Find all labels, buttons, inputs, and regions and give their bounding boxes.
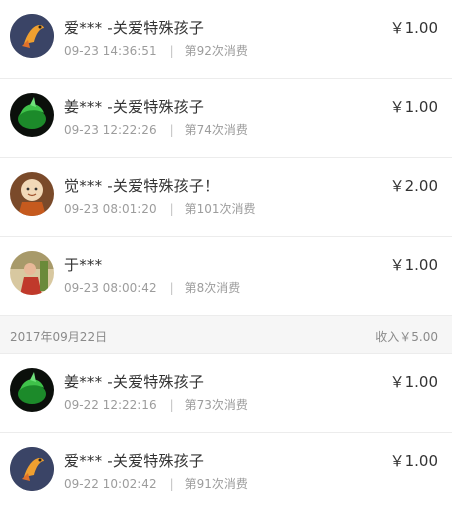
monk-doll-avatar-icon (10, 172, 54, 216)
record-time: 09-22 10:02:42 (64, 477, 157, 491)
record-meta: 09-22 12:22:16 | 第73次消费 (64, 396, 248, 413)
green-plant-avatar-icon (10, 368, 54, 412)
record-time: 09-22 12:22:16 (64, 398, 157, 412)
meta-separator: | (169, 281, 174, 295)
record-amount: ￥1.00 (389, 373, 438, 391)
donor-name: 觉*** -关爱特殊孩子！ (64, 177, 220, 195)
day-date: 2017年09月22日 (10, 330, 108, 344)
record-time: 09-23 14:36:51 (64, 44, 157, 58)
person-photo-avatar-icon (10, 251, 54, 295)
record-amount: ￥1.00 (389, 19, 438, 37)
donor-name: 爱*** -关爱特殊孩子 (64, 452, 205, 470)
record-amount: ￥2.00 (389, 177, 438, 195)
record-meta: 09-23 08:00:42 | 第8次消费 (64, 279, 240, 296)
donor-name: 姜*** -关爱特殊孩子 (64, 373, 205, 391)
record-count: 第74次消费 (184, 123, 248, 137)
record-count: 第8次消费 (184, 281, 241, 295)
day-header: 2017年09月22日 收入￥5.00 (0, 316, 452, 354)
koi-fish-avatar-icon (10, 14, 54, 58)
record-meta: 09-23 14:36:51 | 第92次消费 (64, 42, 248, 59)
record-row[interactable]: 姜*** -关爱特殊孩子 09-22 12:22:16 | 第73次消费 ￥1.00 (0, 354, 452, 433)
donor-name: 姜*** -关爱特殊孩子 (64, 98, 205, 116)
day-income-total: 收入￥5.00 (375, 330, 438, 344)
record-row[interactable]: 觉*** -关爱特殊孩子！ 09-23 08:01:20 | 第101次消费 ￥2.… (0, 158, 452, 237)
meta-separator: | (169, 202, 174, 216)
donor-name: 于*** (64, 256, 103, 274)
record-row[interactable]: 爱*** -关爱特殊孩子 09-22 10:02:42 | 第91次消费 ￥1.00 (0, 433, 452, 511)
record-meta: 09-23 08:01:20 | 第101次消费 (64, 200, 256, 217)
record-amount: ￥1.00 (389, 452, 438, 470)
record-time: 09-23 08:00:42 (64, 281, 157, 295)
record-row[interactable]: 爱*** -关爱特殊孩子 09-23 14:36:51 | 第92次消费 ￥1.00 (0, 0, 452, 79)
record-amount: ￥1.00 (389, 256, 438, 274)
koi-fish-avatar-icon (10, 447, 54, 491)
record-time: 09-23 12:22:26 (64, 123, 157, 137)
record-meta: 09-23 12:22:26 | 第74次消费 (64, 121, 248, 138)
record-count: 第73次消费 (184, 398, 248, 412)
record-time: 09-23 08:01:20 (64, 202, 157, 216)
record-count: 第92次消费 (184, 44, 248, 58)
donation-record-list: 爱*** -关爱特殊孩子 09-23 14:36:51 | 第92次消费 ￥1.00… (0, 0, 452, 511)
record-row[interactable]: 姜*** -关爱特殊孩子 09-23 12:22:26 | 第74次消费 ￥1.00 (0, 79, 452, 158)
donor-name: 爱*** -关爱特殊孩子 (64, 19, 205, 37)
green-plant-avatar-icon (10, 93, 54, 137)
meta-separator: | (169, 123, 174, 137)
record-row[interactable]: 于*** 09-23 08:00:42 | 第8次消费 ￥1.00 (0, 237, 452, 316)
record-amount: ￥1.00 (389, 98, 438, 116)
record-count: 第91次消费 (184, 477, 248, 491)
meta-separator: | (169, 44, 174, 58)
meta-separator: | (169, 477, 174, 491)
record-count: 第101次消费 (184, 202, 256, 216)
record-meta: 09-22 10:02:42 | 第91次消费 (64, 475, 248, 492)
meta-separator: | (169, 398, 174, 412)
